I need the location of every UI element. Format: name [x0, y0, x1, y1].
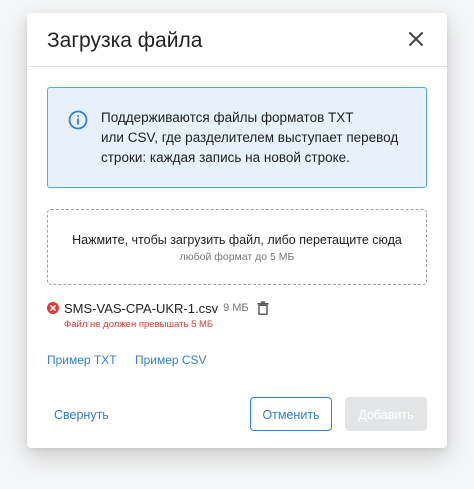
file-dropzone[interactable]: Нажмите, чтобы загрузить файл, либо пере… — [47, 209, 427, 285]
info-icon — [68, 110, 88, 130]
uploaded-file-row: SMS-VAS-CPA-UKR-1.csv 9 МБ — [47, 299, 269, 317]
info-banner: Поддерживаются файлы форматов TXT или CS… — [47, 87, 427, 188]
file-size: 9 МБ — [223, 302, 249, 314]
info-line-2: или CSV, где разделителем выступает пере… — [101, 130, 399, 145]
trash-icon[interactable] — [257, 301, 269, 315]
dialog-title: Загрузка файла — [47, 29, 203, 52]
file-name: SMS-VAS-CPA-UKR-1.csv — [64, 300, 219, 316]
error-icon — [47, 302, 59, 314]
info-text: Поддерживаются файлы форматов TXT или CS… — [101, 108, 411, 168]
collapse-button[interactable]: Свернуть — [54, 408, 109, 422]
upload-dialog: Загрузка файла Поддерживаются файлы форм… — [27, 13, 447, 448]
file-error-message: Файл не должен превышать 5 МБ — [64, 319, 214, 330]
info-line-3: строки: каждая запись на новой строке. — [101, 150, 350, 165]
add-button[interactable]: Добавить — [345, 397, 427, 431]
info-line-1: Поддерживаются файлы форматов TXT — [101, 110, 354, 125]
dialog-footer: Свернуть Отменить Добавить — [27, 391, 447, 441]
txt-example-link[interactable]: Пример TXT — [47, 353, 117, 367]
example-links: Пример TXT Пример CSV — [47, 353, 222, 367]
dialog-header: Загрузка файла — [27, 13, 447, 67]
close-icon[interactable] — [407, 30, 425, 48]
dropzone-instruction: Нажмите, чтобы загрузить файл, либо пере… — [72, 233, 402, 247]
csv-example-link[interactable]: Пример CSV — [135, 353, 207, 367]
dropzone-size-hint: любой формат до 5 МБ — [179, 251, 295, 263]
cancel-button[interactable]: Отменить — [250, 397, 332, 431]
